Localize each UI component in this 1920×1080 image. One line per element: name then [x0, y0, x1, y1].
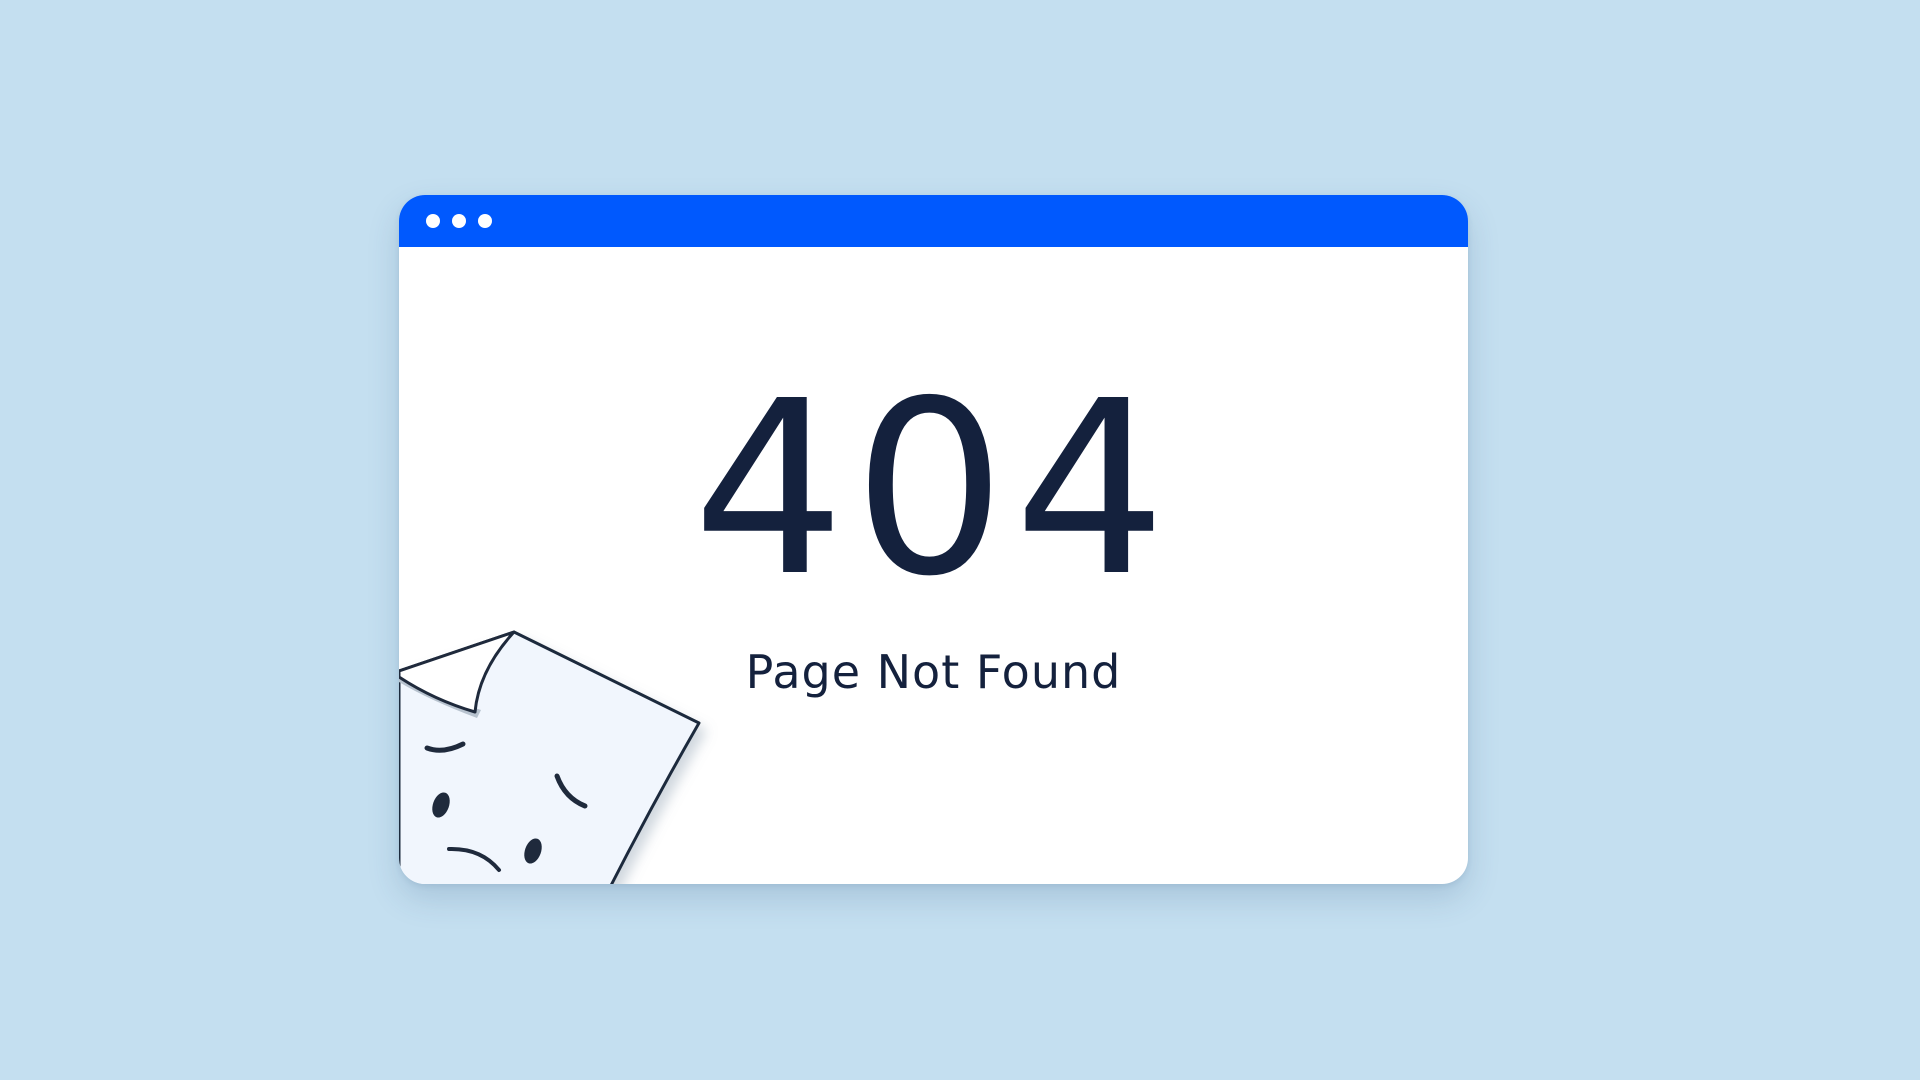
title-bar	[399, 195, 1468, 247]
error-code: 404	[692, 349, 1175, 629]
window-dot-icon[interactable]	[478, 214, 492, 228]
sad-page-icon	[399, 630, 701, 884]
window-controls	[426, 214, 492, 228]
browser-window: 404 Page Not Found	[399, 195, 1468, 884]
window-dot-icon[interactable]	[426, 214, 440, 228]
window-dot-icon[interactable]	[452, 214, 466, 228]
page-content: 404 Page Not Found	[399, 247, 1468, 884]
